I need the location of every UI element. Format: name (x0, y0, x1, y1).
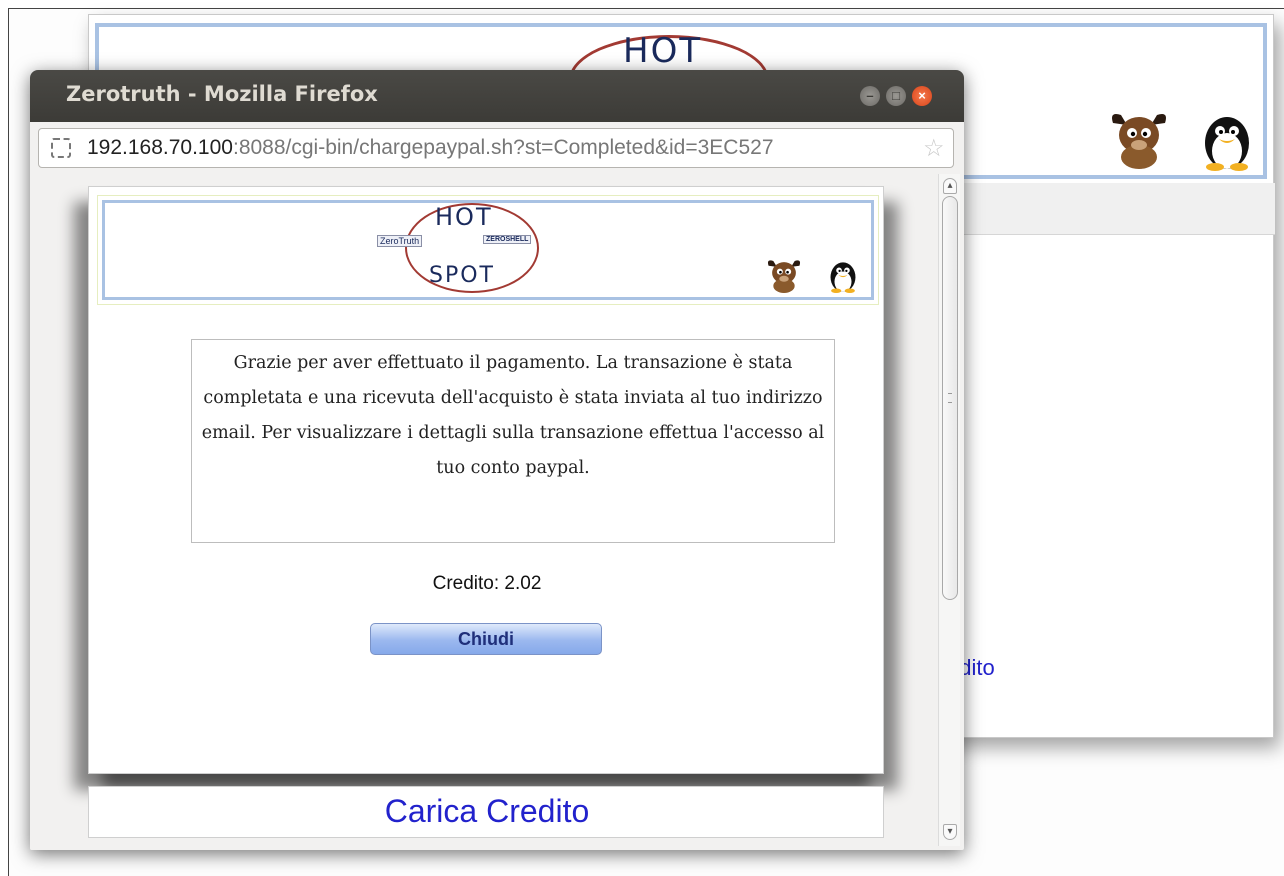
zeroshell-badge: ZEROSHELL (483, 235, 532, 244)
bookmark-star-icon[interactable]: ☆ (923, 134, 945, 163)
url-text[interactable]: 192.168.70.100:8088/cgi-bin/chargepaypal… (87, 136, 923, 160)
scrollbar-grip-icon (948, 393, 952, 403)
hotspot-header-banner: HOT ZeroTruth ZEROSHELL SPOT (97, 195, 879, 305)
close-icon: × (918, 88, 926, 103)
url-host: 192.168.70.100 (87, 136, 233, 159)
close-window-button[interactable]: × (912, 86, 932, 106)
tux-penguin-icon (830, 262, 856, 293)
maximize-icon: □ (892, 88, 900, 103)
logo-spot-text: SPOT (429, 263, 495, 288)
scrollbar-thumb[interactable] (942, 196, 958, 600)
hotspot-header-inner: HOT ZeroTruth ZEROSHELL SPOT (102, 200, 874, 300)
credit-balance: Credito: 2.02 (432, 573, 542, 594)
vertical-scrollbar[interactable]: ▴ ▾ (938, 174, 960, 846)
close-button[interactable]: Chiudi (370, 623, 602, 655)
minimize-button[interactable]: – (860, 86, 880, 106)
carica-credito-link[interactable]: Carica Credito (89, 793, 885, 830)
scroll-up-arrow-icon[interactable]: ▴ (943, 178, 957, 194)
gnu-mascot-icon (1112, 114, 1166, 169)
zerotruth-badge: ZeroTruth (377, 235, 423, 247)
url-bar[interactable]: 192.168.70.100:8088/cgi-bin/chargepaypal… (38, 128, 954, 168)
firefox-popup-window: Zerotruth - Mozilla Firefox – □ × 192.16… (30, 70, 964, 850)
maximize-button[interactable]: □ (886, 86, 906, 106)
logo-hot-text: HOT (435, 203, 493, 231)
footer-bar: Carica Credito (88, 786, 884, 838)
scroll-down-arrow-icon[interactable]: ▾ (943, 824, 957, 840)
payment-confirmation-text: Grazie per aver effettuato il pagamento.… (201, 353, 825, 478)
logo-hot-text: HOT (623, 31, 703, 71)
url-path: :8088/cgi-bin/chargepaypal.sh?st=Complet… (232, 136, 774, 159)
payment-result-card: HOT ZeroTruth ZEROSHELL SPOT Grazie per … (88, 186, 884, 774)
page-content: HOT ZeroTruth ZEROSHELL SPOT Grazie per … (30, 174, 940, 850)
minimize-icon: – (866, 88, 874, 103)
site-identity-icon[interactable] (51, 138, 71, 158)
window-title: Zerotruth - Mozilla Firefox (66, 82, 378, 106)
window-titlebar[interactable]: Zerotruth - Mozilla Firefox – □ × (30, 70, 964, 122)
payment-confirmation-box: Grazie per aver effettuato il pagamento.… (191, 339, 835, 543)
tux-penguin-icon (1205, 117, 1249, 171)
gnu-mascot-icon (767, 260, 801, 293)
